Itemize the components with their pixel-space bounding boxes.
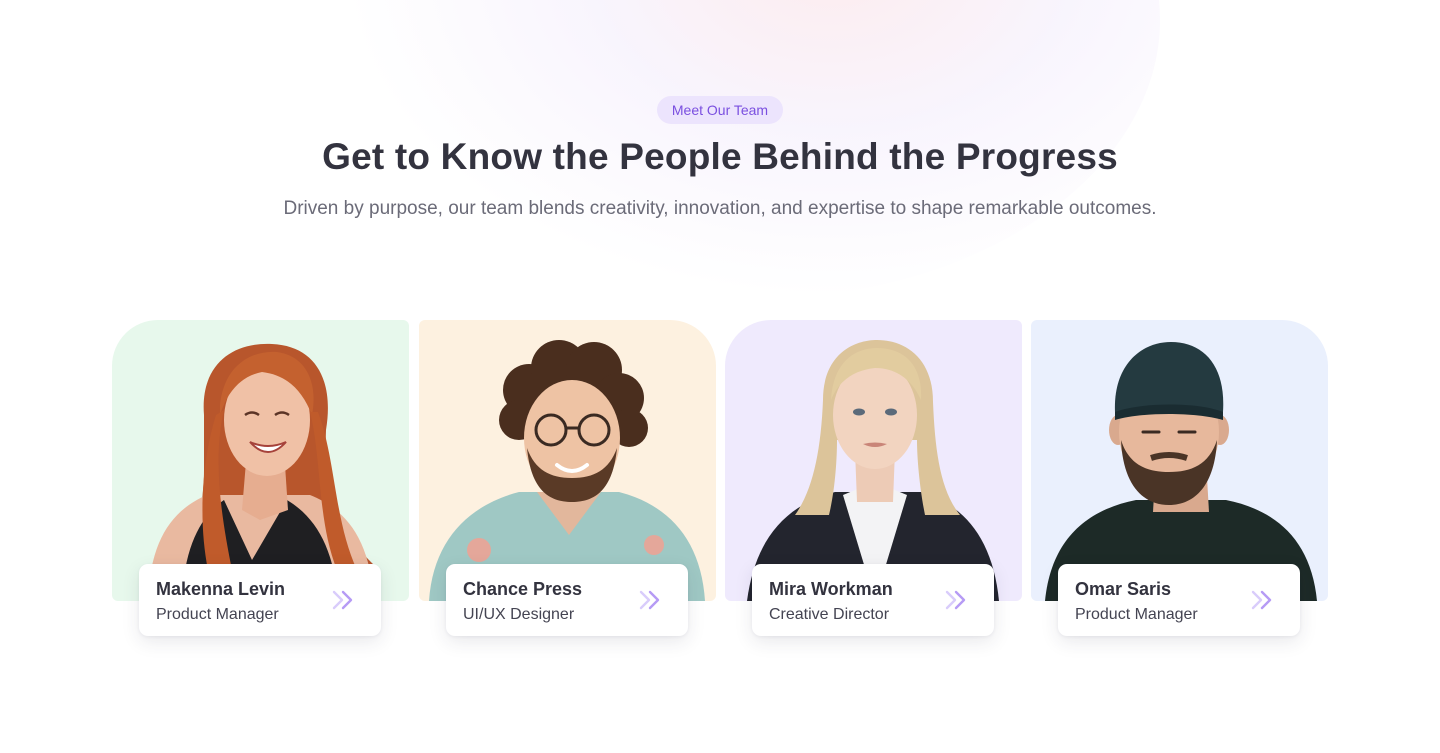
portrait-image: [429, 340, 705, 601]
section-title: Get to Know the People Behind the Progre…: [322, 136, 1118, 177]
team-member-card[interactable]: Omar Saris Product Manager: [1058, 564, 1300, 636]
team-member-card[interactable]: Chance Press UI/UX Designer: [446, 564, 688, 636]
section-subtitle: Driven by purpose, our team blends creat…: [283, 198, 1157, 219]
team-card: Makenna Levin Product Manager: [112, 320, 409, 636]
team-member-card[interactable]: Makenna Levin Product Manager: [139, 564, 381, 636]
member-name: Mira Workman: [769, 579, 893, 599]
portrait-image: [747, 340, 999, 601]
chevron-double-right-icon[interactable]: [944, 588, 972, 612]
team-card: Chance Press UI/UX Designer: [419, 320, 716, 636]
card-background: [725, 320, 1022, 601]
member-role: Creative Director: [769, 606, 890, 623]
card-background: [112, 320, 409, 601]
member-role: Product Manager: [1075, 606, 1198, 623]
card-background: [1031, 320, 1328, 601]
team-member-card[interactable]: Mira Workman Creative Director: [752, 564, 994, 636]
portrait-image: [148, 343, 374, 601]
chevron-double-right-icon[interactable]: [1250, 588, 1278, 612]
section-badge: Meet Our Team: [657, 96, 783, 124]
team-card: Omar Saris Product Manager: [1031, 320, 1328, 636]
member-name: Chance Press: [463, 579, 583, 599]
portrait-image: [1045, 342, 1317, 601]
member-name: Omar Saris: [1075, 579, 1172, 599]
member-role: Product Manager: [156, 606, 279, 623]
team-card: Mira Workman Creative Director: [725, 320, 1022, 636]
chevron-double-right-icon[interactable]: [331, 588, 359, 612]
card-background: [419, 320, 716, 601]
chevron-double-right-icon[interactable]: [638, 588, 666, 612]
team-section: Meet Our Team Get to Know the People Beh…: [0, 0, 1440, 753]
member-role: UI/UX Designer: [463, 606, 575, 623]
member-name: Makenna Levin: [156, 579, 286, 599]
